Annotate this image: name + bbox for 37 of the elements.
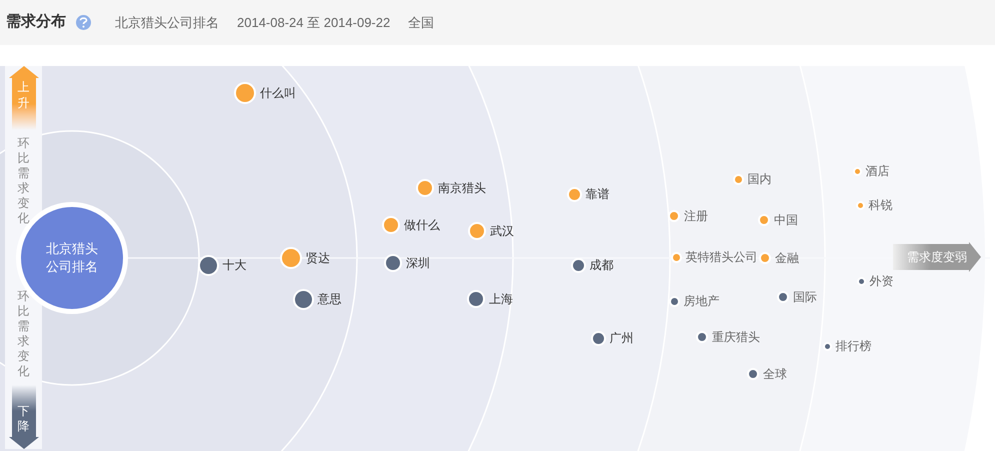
term-label: 什么叫 [260, 85, 296, 102]
region-text: 全国 [408, 14, 434, 32]
section-title: 需求分布 [6, 12, 66, 32]
term-label: 排行榜 [836, 338, 872, 355]
up-label: 上升 [18, 80, 30, 112]
term-label: 中国 [774, 212, 798, 229]
term-label: 国内 [748, 171, 772, 188]
term-label: 十大 [222, 257, 246, 274]
term-label: 英特猎头公司 [686, 249, 758, 266]
term-label: 酒店 [866, 163, 890, 180]
term-label: 国际 [793, 289, 817, 306]
help-icon[interactable] [76, 15, 91, 30]
keyword-text: 北京猎头公司排名 [115, 14, 219, 32]
term-label: 外资 [870, 273, 894, 290]
down-label: 下降 [18, 404, 30, 435]
term-label: 科锐 [868, 197, 892, 214]
term-label: 意思 [318, 291, 342, 308]
term-label: 武汉 [490, 223, 514, 240]
term-label: 房地产 [684, 293, 720, 310]
center-label: 公司排名 [46, 258, 98, 276]
date-range-text: 2014-08-24 至 2014-09-22 [237, 14, 390, 32]
term-label: 广州 [610, 330, 634, 347]
term-label: 成都 [590, 257, 614, 274]
term-label: 贤达 [306, 250, 330, 267]
weaker-label: 需求度变弱 [907, 249, 967, 266]
term-label: 重庆猎头 [712, 329, 760, 346]
term-label: 金融 [775, 250, 799, 267]
center-label: 北京猎头 [46, 240, 98, 258]
term-label: 靠谱 [586, 186, 610, 203]
term-label: 做什么 [404, 217, 440, 234]
term-label: 全球 [763, 366, 787, 383]
side-label: 环比需求变化 [18, 289, 30, 379]
term-label: 深圳 [406, 255, 430, 272]
term-label: 注册 [684, 208, 708, 225]
term-label: 上海 [489, 291, 513, 308]
term-label: 南京猎头 [438, 180, 486, 197]
side-label: 环比需求变化 [18, 136, 30, 226]
